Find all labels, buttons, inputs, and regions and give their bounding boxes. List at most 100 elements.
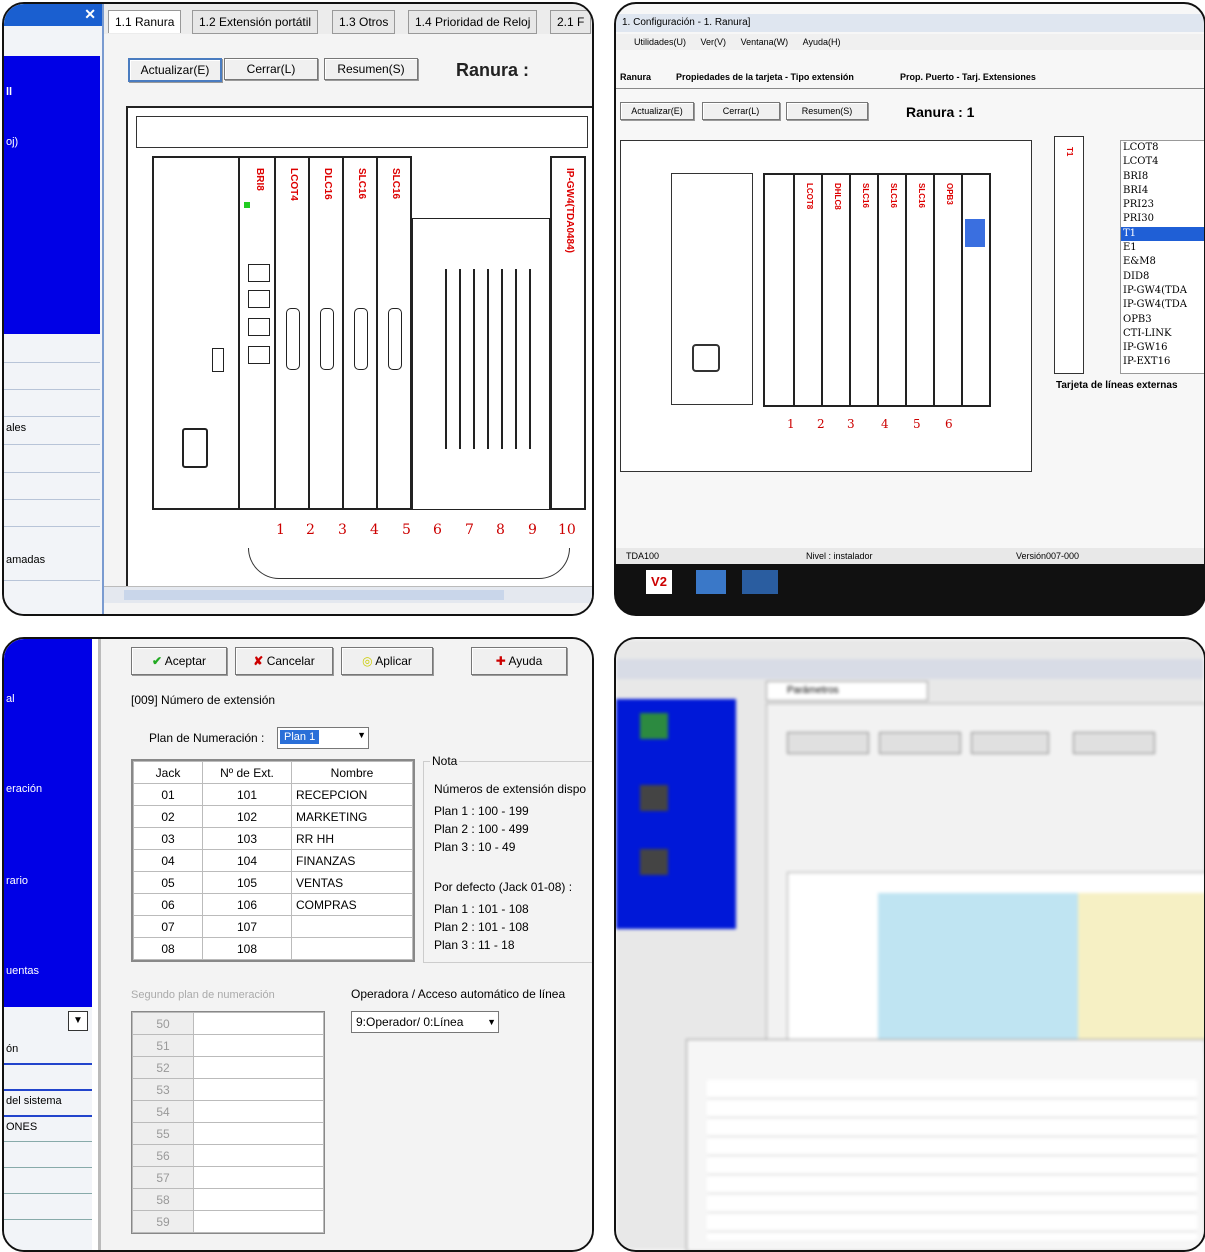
tab-others[interactable]: 1.3 Otros: [332, 10, 396, 34]
apply-button[interactable]: [971, 732, 1049, 754]
sidebar-item-label[interactable]: del sistema: [6, 1095, 62, 1107]
card-slot[interactable]: OPB3: [933, 173, 963, 407]
sidebar-item-label[interactable]: amadas: [6, 554, 45, 566]
card-type-option[interactable]: E1: [1121, 241, 1204, 255]
card-slot[interactable]: LCOT4: [274, 156, 310, 510]
apply-button[interactable]: ◎ Aplicar: [341, 647, 433, 675]
table-row[interactable]: 06 106 COMPRAS: [133, 893, 413, 916]
table-row[interactable]: 08 108: [133, 937, 413, 960]
card-type-option[interactable]: IP-GW16: [1121, 341, 1204, 355]
tab-parameters[interactable]: Parámetros: [766, 681, 928, 701]
tab-portable-extension[interactable]: 1.2 Extensión portátil: [192, 10, 319, 34]
card-type-option[interactable]: LCOT8: [1121, 141, 1204, 155]
image-viewer-icon[interactable]: [696, 570, 726, 594]
menu-view[interactable]: Ver(V): [701, 37, 727, 47]
horizontal-scrollbar[interactable]: [104, 586, 592, 603]
table-row[interactable]: 59: [132, 1210, 324, 1233]
help-button[interactable]: ✚ Ayuda: [471, 647, 567, 675]
card-slot[interactable]: IP-GW4(TDA0484): [550, 156, 586, 510]
chevron-down-icon[interactable]: ▼: [68, 1011, 88, 1031]
help-button[interactable]: [1073, 732, 1155, 754]
close-icon[interactable]: ✕: [84, 6, 96, 23]
card-type-option[interactable]: T1: [1121, 226, 1204, 242]
card-type-option[interactable]: BRI4: [1121, 184, 1204, 198]
card-slot[interactable]: SLC16: [342, 156, 378, 510]
sidebar-item-label[interactable]: rario: [6, 875, 28, 887]
card-type-option[interactable]: BRI8: [1121, 170, 1204, 184]
card-slot[interactable]: DLC16: [308, 156, 344, 510]
card-slot[interactable]: SLC16: [877, 173, 907, 407]
card-type-option[interactable]: IP-GW4(TDA: [1121, 284, 1204, 298]
close-button[interactable]: Cerrar(L): [702, 102, 780, 120]
sidebar-item-label[interactable]: al: [6, 693, 15, 705]
accept-button[interactable]: [787, 732, 869, 754]
sidebar-item-label[interactable]: uentas: [6, 965, 39, 977]
summary-button[interactable]: Resumen(S): [786, 102, 868, 120]
tab-port-properties[interactable]: Prop. Puerto - Tarj. Extensiones: [900, 72, 1036, 82]
table-row[interactable]: 56: [132, 1144, 324, 1167]
tab-card-properties[interactable]: Propiedades de la tarjeta - Tipo extensi…: [676, 72, 854, 82]
card-slot[interactable]: [763, 173, 795, 407]
card-type-option[interactable]: PRI30: [1121, 212, 1204, 226]
cancel-button[interactable]: [879, 732, 961, 754]
chevron-down-icon[interactable]: ▼: [487, 1012, 496, 1032]
card-type-option[interactable]: PRI23: [1121, 198, 1204, 212]
table-row[interactable]: 58: [132, 1188, 324, 1211]
summary-button[interactable]: Resumen(S): [324, 58, 418, 80]
card-type-option[interactable]: E&M8: [1121, 255, 1204, 269]
sidebar-item-label[interactable]: ales: [6, 422, 26, 434]
table-row[interactable]: 04 104 FINANZAS: [133, 849, 413, 872]
table-row[interactable]: 52: [132, 1056, 324, 1079]
accept-button[interactable]: ✔ Aceptar: [131, 647, 227, 675]
card-type-option[interactable]: IP-GW4(TDA: [1121, 298, 1204, 312]
sidebar-item-label[interactable]: eración: [6, 783, 42, 795]
card-type-option[interactable]: OPB3: [1121, 313, 1204, 327]
table-row[interactable]: 54: [132, 1100, 324, 1123]
table-row[interactable]: 55: [132, 1122, 324, 1145]
table-row[interactable]: 57: [132, 1166, 324, 1189]
card-slot[interactable]: SLC16: [849, 173, 879, 407]
close-button[interactable]: Cerrar(L): [224, 58, 318, 80]
card-type-option[interactable]: CTI-LINK: [1121, 327, 1204, 341]
table-row[interactable]: 07 107: [133, 915, 413, 938]
table-row[interactable]: 51: [132, 1034, 324, 1057]
card-type-option[interactable]: IP-EXT16: [1121, 355, 1204, 369]
sidebar-menu[interactable]: al eración rario uentas: [4, 639, 92, 1007]
update-button[interactable]: Actualizar(E): [620, 102, 694, 120]
menu-utilities[interactable]: Utilidades(U): [634, 37, 686, 47]
sidebar-selected-area[interactable]: ll oj): [4, 56, 100, 334]
table-row[interactable]: 03 103 RR HH: [133, 827, 413, 850]
cancel-button[interactable]: ✘ Cancelar: [235, 647, 333, 675]
tab-clock-priority[interactable]: 1.4 Prioridad de Reloj: [408, 10, 538, 34]
card-type-option[interactable]: DID8: [1121, 270, 1204, 284]
tab-slot[interactable]: 1.1 Ranura: [108, 10, 182, 33]
scrollbar-thumb[interactable]: [124, 590, 504, 600]
sidebar-item-label[interactable]: ONES: [6, 1121, 37, 1133]
card-slot[interactable]: [961, 173, 991, 407]
table-row[interactable]: 53: [132, 1078, 324, 1101]
tab-slot[interactable]: Ranura: [620, 72, 651, 82]
operator-select[interactable]: 9:Operador/ 0:Línea ▼: [351, 1011, 499, 1033]
update-button[interactable]: Actualizar(E): [128, 58, 222, 82]
card-slot[interactable]: DHLC8: [821, 173, 851, 407]
menu-window[interactable]: Ventana(W): [741, 37, 789, 47]
app-icon[interactable]: [640, 785, 668, 811]
sidebar-item-label[interactable]: ón: [6, 1043, 18, 1055]
network-app-icon[interactable]: [742, 570, 778, 594]
taskbar-app-icon[interactable]: V2: [646, 570, 672, 594]
card-slot[interactable]: SLC16: [376, 156, 412, 510]
plan-select[interactable]: Plan 1 ▼: [277, 727, 369, 749]
table-row[interactable]: 01 101 RECEPCION: [133, 783, 413, 806]
card-type-option[interactable]: LCOT4: [1121, 155, 1204, 169]
table-row[interactable]: 02 102 MARKETING: [133, 805, 413, 828]
table-row[interactable]: 05 105 VENTAS: [133, 871, 413, 894]
menu-help[interactable]: Ayuda(H): [803, 37, 841, 47]
table-row[interactable]: 50: [132, 1012, 324, 1035]
tab-more[interactable]: 2.1 F: [550, 10, 592, 34]
card-slot[interactable]: LCOT8: [793, 173, 823, 407]
card-slot[interactable]: SLC16: [905, 173, 935, 407]
app-icon[interactable]: [640, 849, 668, 875]
chevron-down-icon[interactable]: ▼: [357, 730, 366, 740]
app-icon[interactable]: [640, 713, 668, 739]
card-slot[interactable]: BRI8: [238, 156, 276, 510]
